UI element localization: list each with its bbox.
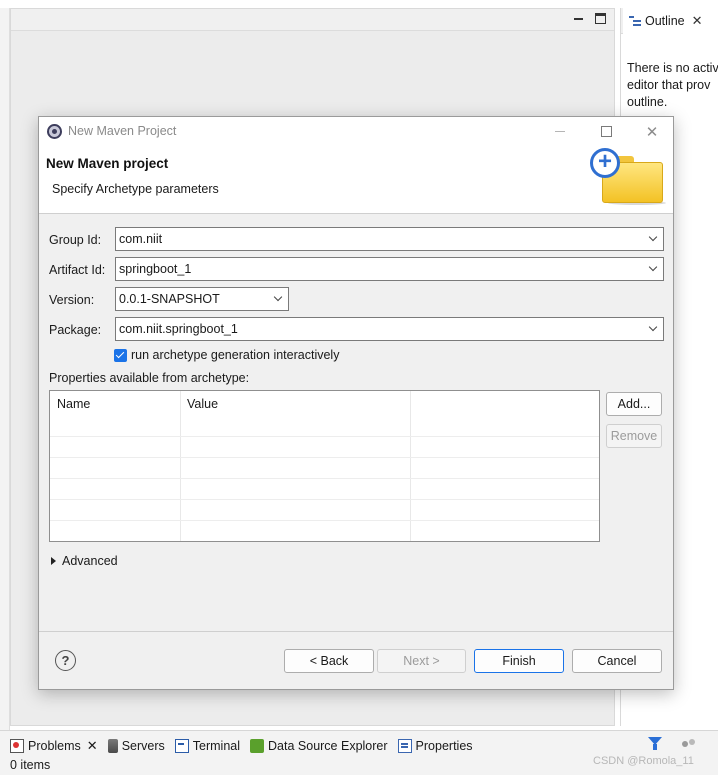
table-row	[50, 499, 599, 500]
watermark: CSDN @Romola_11	[593, 755, 694, 767]
finish-button[interactable]: Finish	[474, 649, 564, 673]
bottom-panel: Problems ✕ Servers Terminal Data Source …	[0, 730, 718, 775]
tab-label: Data Source Explorer	[268, 739, 388, 753]
help-icon[interactable]: ?	[55, 650, 76, 671]
version-value: 0.0.1-SNAPSHOT	[119, 292, 220, 306]
servers-icon	[107, 739, 118, 753]
maximize-view-icon[interactable]	[595, 13, 606, 24]
dialog-header: New Maven project Specify Archetype para…	[39, 146, 673, 214]
group-id-label: Group Id:	[49, 233, 102, 247]
tab-label: Terminal	[192, 739, 241, 753]
artifact-id-value: springboot_1	[119, 262, 192, 276]
group-id-value: com.niit	[119, 232, 163, 246]
remove-property-button[interactable]: Remove	[606, 424, 662, 448]
button-bar-divider	[39, 631, 673, 632]
chevron-down-icon[interactable]	[645, 228, 663, 250]
column-header-name[interactable]: Name	[57, 397, 90, 411]
table-row	[50, 478, 599, 479]
cancel-button[interactable]: Cancel	[572, 649, 662, 673]
maximize-button[interactable]	[583, 117, 629, 146]
dialog-title: New Maven Project	[68, 124, 177, 138]
column-header-value[interactable]: Value	[187, 397, 218, 411]
tab-data-source-explorer[interactable]: Data Source Explorer	[250, 739, 388, 753]
package-value: com.niit.springboot_1	[119, 322, 238, 336]
ide-left-strip	[0, 8, 10, 730]
data-source-explorer-icon	[250, 739, 265, 753]
properties-label: Properties available from archetype:	[49, 371, 250, 385]
version-label: Version:	[49, 293, 95, 307]
close-icon[interactable]: ✕	[692, 13, 703, 29]
artifact-id-label: Artifact Id:	[49, 263, 106, 277]
problems-icon	[10, 739, 24, 753]
outline-tab-label: Outline	[645, 14, 685, 28]
close-button[interactable]: ✕	[629, 117, 675, 146]
tab-label: Properties	[415, 739, 473, 753]
package-combo[interactable]: com.niit.springboot_1	[115, 317, 664, 341]
wizard-subtitle: Specify Archetype parameters	[52, 182, 219, 196]
table-row	[50, 436, 599, 437]
tab-properties[interactable]: Properties	[397, 739, 473, 753]
tab-label: Servers	[121, 739, 165, 753]
outline-message-line: editor that prov	[627, 78, 711, 92]
tab-label: Problems	[28, 739, 81, 753]
table-row	[50, 520, 599, 521]
new-folder-icon: +	[590, 148, 670, 208]
interactive-generation-checkbox[interactable]	[114, 348, 127, 362]
minimize-button[interactable]	[537, 117, 583, 146]
artifact-id-combo[interactable]: springboot_1	[115, 257, 664, 281]
table-row	[50, 457, 599, 458]
terminal-icon	[174, 739, 189, 753]
group-id-combo[interactable]: com.niit	[115, 227, 664, 251]
column-divider	[180, 391, 181, 541]
view-menu-icon[interactable]	[682, 739, 696, 749]
version-combo[interactable]: 0.0.1-SNAPSHOT	[115, 287, 289, 311]
tab-servers[interactable]: Servers	[107, 739, 165, 753]
tab-problems[interactable]: Problems ✕	[10, 738, 98, 754]
outline-tabbar: Outline ✕	[621, 8, 718, 34]
outline-message: There is no activ editor that prov outli…	[627, 60, 718, 111]
tab-terminal[interactable]: Terminal	[174, 739, 241, 753]
interactive-generation-checkbox-row[interactable]: run archetype generation interactively	[114, 348, 339, 362]
dialog-titlebar[interactable]: New Maven Project ✕	[39, 117, 673, 146]
close-icon[interactable]: ✕	[87, 738, 98, 754]
chevron-down-icon[interactable]	[645, 318, 663, 340]
chevron-down-icon[interactable]	[645, 258, 663, 280]
properties-table[interactable]: Name Value	[49, 390, 600, 542]
properties-icon	[397, 739, 412, 753]
advanced-section-toggle[interactable]: Advanced	[51, 554, 118, 568]
status-items: 0 items	[10, 758, 51, 772]
bottom-tabs: Problems ✕ Servers Terminal Data Source …	[10, 735, 473, 757]
wizard-title: New Maven project	[46, 156, 169, 171]
editor-tabbar	[11, 9, 614, 31]
outline-icon	[629, 15, 641, 27]
minimize-view-icon[interactable]	[573, 13, 585, 25]
back-button[interactable]: < Back	[284, 649, 374, 673]
plus-icon: +	[590, 148, 620, 178]
triangle-right-icon	[51, 557, 56, 565]
interactive-generation-label: run archetype generation interactively	[131, 348, 340, 362]
outline-message-line: outline.	[627, 95, 668, 109]
eclipse-icon	[47, 124, 62, 139]
package-label: Package:	[49, 323, 102, 337]
advanced-label: Advanced	[62, 554, 118, 568]
outline-message-line: There is no activ	[627, 61, 718, 75]
next-button[interactable]: Next >	[377, 649, 466, 673]
new-maven-project-dialog: New Maven Project ✕ New Maven project Sp…	[38, 116, 674, 690]
tab-outline[interactable]: Outline ✕	[623, 8, 718, 34]
add-property-button[interactable]: Add...	[606, 392, 662, 416]
filter-icon[interactable]	[648, 737, 662, 751]
column-divider	[410, 391, 411, 541]
chevron-down-icon[interactable]	[270, 288, 288, 310]
